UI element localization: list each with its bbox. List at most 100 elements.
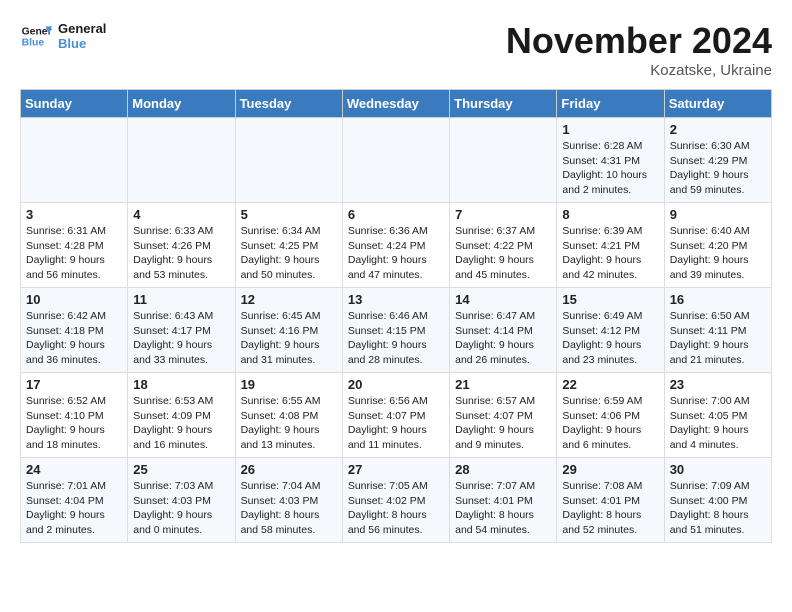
day-info: Sunrise: 6:55 AM Sunset: 4:08 PM Dayligh… bbox=[241, 394, 337, 453]
weekday-header: Friday bbox=[557, 90, 664, 118]
day-number: 19 bbox=[241, 377, 337, 392]
calendar-cell: 11 Sunrise: 6:43 AM Sunset: 4:17 PM Dayli… bbox=[128, 288, 235, 373]
calendar-cell: 13 Sunrise: 6:46 AM Sunset: 4:15 PM Dayli… bbox=[342, 288, 449, 373]
day-info: Sunrise: 6:50 AM Sunset: 4:11 PM Dayligh… bbox=[670, 309, 766, 368]
logo-icon: General Blue bbox=[20, 20, 52, 52]
day-number: 15 bbox=[562, 292, 658, 307]
day-info: Sunrise: 6:33 AM Sunset: 4:26 PM Dayligh… bbox=[133, 224, 229, 283]
calendar-cell: 10Sunrise: 6:42 AM Sunset: 4:18 PM Dayli… bbox=[21, 288, 128, 373]
day-info: Sunrise: 6:30 AM Sunset: 4:29 PM Dayligh… bbox=[670, 139, 766, 198]
day-info: Sunrise: 6:53 AM Sunset: 4:09 PM Dayligh… bbox=[133, 394, 229, 453]
day-info: Sunrise: 7:04 AM Sunset: 4:03 PM Dayligh… bbox=[241, 479, 337, 538]
calendar-cell bbox=[128, 118, 235, 203]
calendar-cell: 2 Sunrise: 6:30 AM Sunset: 4:29 PM Daylig… bbox=[664, 118, 771, 203]
calendar-cell: 3 Sunrise: 6:31 AM Sunset: 4:28 PM Daylig… bbox=[21, 203, 128, 288]
calendar-cell: 6 Sunrise: 6:36 AM Sunset: 4:24 PM Daylig… bbox=[342, 203, 449, 288]
calendar-cell: 29Sunrise: 7:08 AM Sunset: 4:01 PM Dayli… bbox=[557, 458, 664, 543]
day-number: 27 bbox=[348, 462, 444, 477]
day-info: Sunrise: 6:42 AM Sunset: 4:18 PM Dayligh… bbox=[26, 309, 122, 368]
day-info: Sunrise: 6:31 AM Sunset: 4:28 PM Dayligh… bbox=[26, 224, 122, 283]
day-info: Sunrise: 7:07 AM Sunset: 4:01 PM Dayligh… bbox=[455, 479, 551, 538]
day-info: Sunrise: 7:05 AM Sunset: 4:02 PM Dayligh… bbox=[348, 479, 444, 538]
day-info: Sunrise: 7:09 AM Sunset: 4:00 PM Dayligh… bbox=[670, 479, 766, 538]
calendar-cell: 14 Sunrise: 6:47 AM Sunset: 4:14 PM Dayli… bbox=[450, 288, 557, 373]
day-info: Sunrise: 7:00 AM Sunset: 4:05 PM Dayligh… bbox=[670, 394, 766, 453]
day-number: 24 bbox=[26, 462, 122, 477]
calendar-cell: 15 Sunrise: 6:49 AM Sunset: 4:12 PM Dayli… bbox=[557, 288, 664, 373]
day-number: 2 bbox=[670, 122, 766, 137]
day-number: 7 bbox=[455, 207, 551, 222]
calendar-cell: 26 Sunrise: 7:04 AM Sunset: 4:03 PM Dayli… bbox=[235, 458, 342, 543]
day-number: 6 bbox=[348, 207, 444, 222]
calendar-cell: 19 Sunrise: 6:55 AM Sunset: 4:08 PM Dayli… bbox=[235, 373, 342, 458]
day-number: 8 bbox=[562, 207, 658, 222]
calendar-cell: 7 Sunrise: 6:37 AM Sunset: 4:22 PM Daylig… bbox=[450, 203, 557, 288]
day-number: 11 bbox=[133, 292, 229, 307]
day-info: Sunrise: 6:45 AM Sunset: 4:16 PM Dayligh… bbox=[241, 309, 337, 368]
calendar-cell: 16 Sunrise: 6:50 AM Sunset: 4:11 PM Dayli… bbox=[664, 288, 771, 373]
logo: General Blue General Blue bbox=[20, 20, 106, 52]
day-number: 3 bbox=[26, 207, 122, 222]
day-info: Sunrise: 7:03 AM Sunset: 4:03 PM Dayligh… bbox=[133, 479, 229, 538]
day-info: Sunrise: 6:56 AM Sunset: 4:07 PM Dayligh… bbox=[348, 394, 444, 453]
calendar-cell: 27 Sunrise: 7:05 AM Sunset: 4:02 PM Dayli… bbox=[342, 458, 449, 543]
calendar-cell bbox=[450, 118, 557, 203]
day-info: Sunrise: 6:40 AM Sunset: 4:20 PM Dayligh… bbox=[670, 224, 766, 283]
day-info: Sunrise: 6:59 AM Sunset: 4:06 PM Dayligh… bbox=[562, 394, 658, 453]
weekday-header: Sunday bbox=[21, 90, 128, 118]
calendar-cell: 28Sunrise: 7:07 AM Sunset: 4:01 PM Dayli… bbox=[450, 458, 557, 543]
day-info: Sunrise: 6:43 AM Sunset: 4:17 PM Dayligh… bbox=[133, 309, 229, 368]
calendar-cell: 20 Sunrise: 6:56 AM Sunset: 4:07 PM Dayli… bbox=[342, 373, 449, 458]
day-number: 17 bbox=[26, 377, 122, 392]
day-info: Sunrise: 6:37 AM Sunset: 4:22 PM Dayligh… bbox=[455, 224, 551, 283]
day-info: Sunrise: 6:49 AM Sunset: 4:12 PM Dayligh… bbox=[562, 309, 658, 368]
day-number: 16 bbox=[670, 292, 766, 307]
day-info: Sunrise: 6:52 AM Sunset: 4:10 PM Dayligh… bbox=[26, 394, 122, 453]
title-block: November 2024 Kozatske, Ukraine bbox=[506, 20, 772, 79]
day-number: 5 bbox=[241, 207, 337, 222]
calendar-cell: 22 Sunrise: 6:59 AM Sunset: 4:06 PM Dayli… bbox=[557, 373, 664, 458]
calendar-cell: 25 Sunrise: 7:03 AM Sunset: 4:03 PM Dayli… bbox=[128, 458, 235, 543]
day-number: 18 bbox=[133, 377, 229, 392]
calendar-cell bbox=[342, 118, 449, 203]
calendar-cell: 18 Sunrise: 6:53 AM Sunset: 4:09 PM Dayli… bbox=[128, 373, 235, 458]
calendar-header: SundayMondayTuesdayWednesdayThursdayFrid… bbox=[21, 90, 772, 118]
day-info: Sunrise: 7:01 AM Sunset: 4:04 PM Dayligh… bbox=[26, 479, 122, 538]
calendar-cell bbox=[21, 118, 128, 203]
weekday-header: Thursday bbox=[450, 90, 557, 118]
calendar-cell: 1 Sunrise: 6:28 AM Sunset: 4:31 PM Daylig… bbox=[557, 118, 664, 203]
calendar-cell: 9 Sunrise: 6:40 AM Sunset: 4:20 PM Daylig… bbox=[664, 203, 771, 288]
calendar-table: SundayMondayTuesdayWednesdayThursdayFrid… bbox=[20, 89, 772, 543]
day-info: Sunrise: 6:47 AM Sunset: 4:14 PM Dayligh… bbox=[455, 309, 551, 368]
day-info: Sunrise: 6:34 AM Sunset: 4:25 PM Dayligh… bbox=[241, 224, 337, 283]
calendar-cell: 8Sunrise: 6:39 AM Sunset: 4:21 PM Daylig… bbox=[557, 203, 664, 288]
calendar-cell: 21Sunrise: 6:57 AM Sunset: 4:07 PM Dayli… bbox=[450, 373, 557, 458]
day-number: 14 bbox=[455, 292, 551, 307]
calendar-cell: 5 Sunrise: 6:34 AM Sunset: 4:25 PM Daylig… bbox=[235, 203, 342, 288]
calendar-cell: 12Sunrise: 6:45 AM Sunset: 4:16 PM Dayli… bbox=[235, 288, 342, 373]
day-number: 21 bbox=[455, 377, 551, 392]
day-number: 4 bbox=[133, 207, 229, 222]
calendar-cell: 23 Sunrise: 7:00 AM Sunset: 4:05 PM Dayli… bbox=[664, 373, 771, 458]
day-number: 23 bbox=[670, 377, 766, 392]
calendar-cell: 17 Sunrise: 6:52 AM Sunset: 4:10 PM Dayli… bbox=[21, 373, 128, 458]
day-number: 9 bbox=[670, 207, 766, 222]
day-info: Sunrise: 6:46 AM Sunset: 4:15 PM Dayligh… bbox=[348, 309, 444, 368]
logo-blue: Blue bbox=[58, 36, 106, 51]
day-number: 13 bbox=[348, 292, 444, 307]
day-number: 26 bbox=[241, 462, 337, 477]
day-number: 25 bbox=[133, 462, 229, 477]
weekday-header: Wednesday bbox=[342, 90, 449, 118]
calendar-cell: 24 Sunrise: 7:01 AM Sunset: 4:04 PM Dayli… bbox=[21, 458, 128, 543]
day-number: 29 bbox=[562, 462, 658, 477]
day-number: 20 bbox=[348, 377, 444, 392]
weekday-header: Monday bbox=[128, 90, 235, 118]
calendar-cell: 4 Sunrise: 6:33 AM Sunset: 4:26 PM Daylig… bbox=[128, 203, 235, 288]
day-number: 22 bbox=[562, 377, 658, 392]
day-number: 30 bbox=[670, 462, 766, 477]
day-number: 1 bbox=[562, 122, 658, 137]
calendar-cell bbox=[235, 118, 342, 203]
day-info: Sunrise: 6:36 AM Sunset: 4:24 PM Dayligh… bbox=[348, 224, 444, 283]
day-info: Sunrise: 6:28 AM Sunset: 4:31 PM Dayligh… bbox=[562, 139, 658, 198]
svg-text:Blue: Blue bbox=[22, 38, 45, 49]
